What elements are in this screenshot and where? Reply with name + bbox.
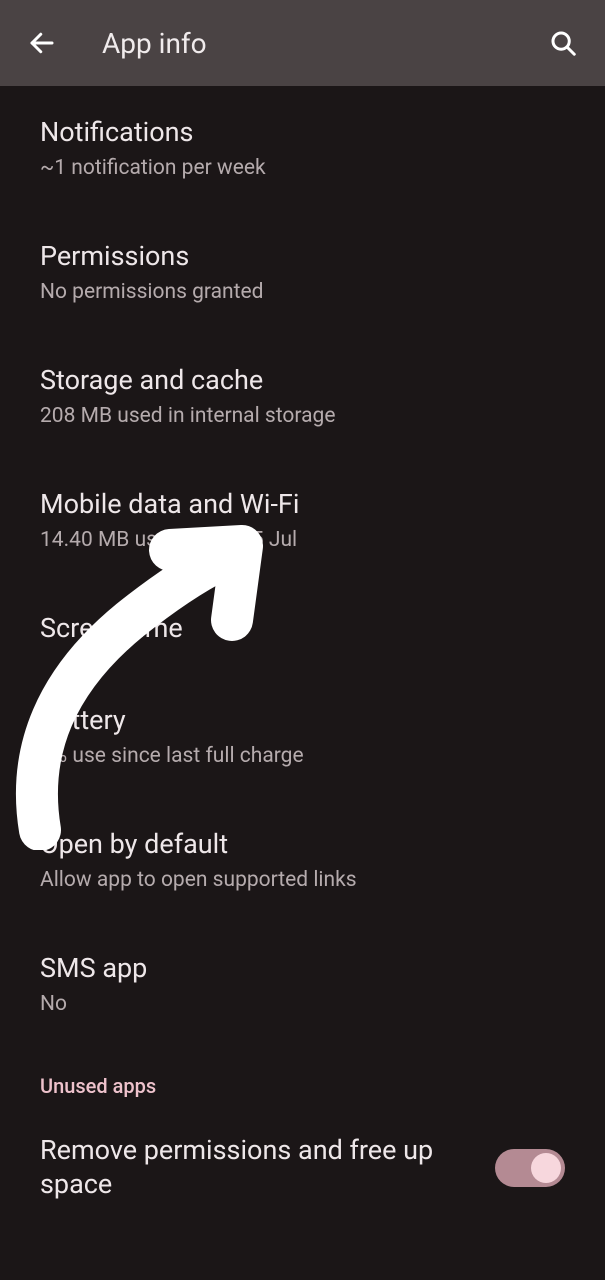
item-title: Notifications: [40, 116, 565, 148]
open-by-default-item[interactable]: Open by default Allow app to open suppor…: [40, 798, 565, 922]
item-title: SMS app: [40, 952, 565, 984]
item-title: Remove permissions and free up space: [40, 1134, 495, 1202]
settings-list: Notifications ~1 notification per week P…: [0, 86, 605, 1202]
notifications-item[interactable]: Notifications ~1 notification per week: [40, 86, 565, 210]
item-title: Storage and cache: [40, 364, 565, 396]
item-subtitle: 0% use since last full charge: [40, 744, 565, 768]
item-subtitle: ~1 notification per week: [40, 156, 565, 180]
unused-apps-section-header: Unused apps: [40, 1046, 565, 1104]
remove-permissions-item[interactable]: Remove permissions and free up space: [40, 1104, 565, 1202]
search-button[interactable]: [543, 23, 583, 63]
item-subtitle: No: [40, 992, 565, 1016]
item-title: Battery: [40, 704, 565, 736]
mobile-data-item[interactable]: Mobile data and Wi-Fi 14.40 MB used sinc…: [40, 458, 565, 582]
permissions-item[interactable]: Permissions No permissions granted: [40, 210, 565, 334]
arrow-back-icon: [27, 28, 57, 58]
item-subtitle: 208 MB used in internal storage: [40, 404, 565, 428]
item-title: Mobile data and Wi-Fi: [40, 488, 565, 520]
remove-permissions-switch[interactable]: [495, 1149, 565, 1187]
page-title: App info: [102, 27, 543, 60]
item-subtitle: 14.40 MB used since 25 Jul: [40, 528, 565, 552]
storage-item[interactable]: Storage and cache 208 MB used in interna…: [40, 334, 565, 458]
screen-time-item[interactable]: Screen time: [40, 582, 565, 674]
item-title: Screen time: [40, 612, 565, 644]
search-icon: [548, 28, 578, 58]
app-bar: App info: [0, 0, 605, 86]
item-subtitle: No permissions granted: [40, 280, 565, 304]
back-button[interactable]: [22, 23, 62, 63]
sms-app-item[interactable]: SMS app No: [40, 922, 565, 1046]
switch-thumb: [531, 1153, 561, 1183]
battery-item[interactable]: Battery 0% use since last full charge: [40, 674, 565, 798]
item-title: Open by default: [40, 828, 565, 860]
item-subtitle: Allow app to open supported links: [40, 868, 565, 892]
item-title: Permissions: [40, 240, 565, 272]
